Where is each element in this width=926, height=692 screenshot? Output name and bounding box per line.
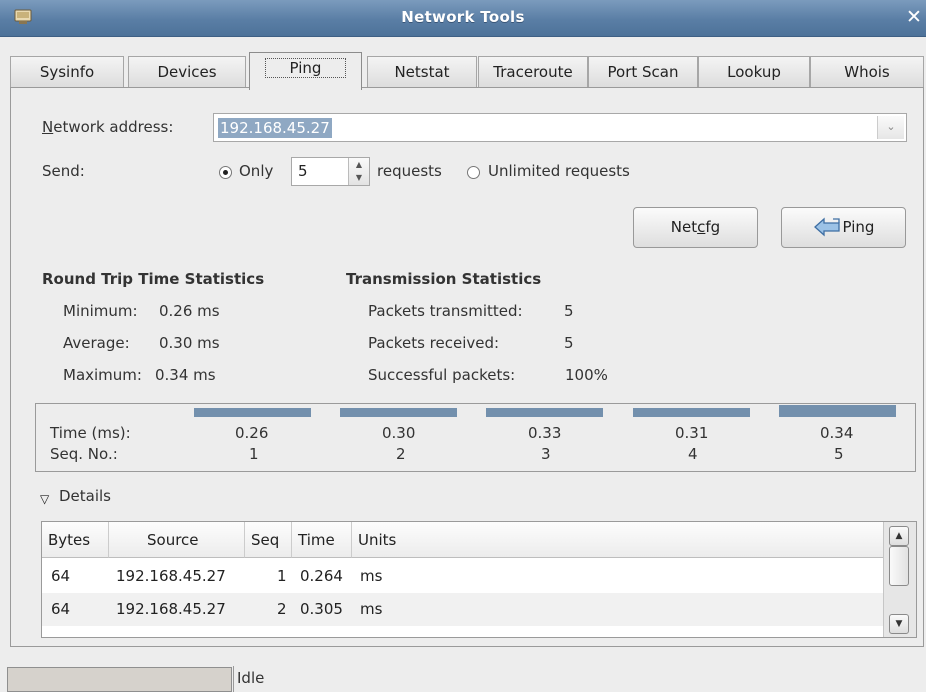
close-icon[interactable]: ✕ [904, 6, 924, 28]
tab-netstat[interactable]: Netstat [367, 56, 477, 88]
graph-time-value: 0.30 [382, 424, 416, 442]
tab-label: Ping [264, 58, 347, 78]
details-expander-label[interactable]: Details [59, 487, 111, 505]
cell-seq: 1 [277, 567, 287, 585]
cell-bytes: 64 [51, 567, 71, 585]
netcfg-button[interactable]: Netcfg [633, 207, 758, 248]
tab-traceroute[interactable]: Traceroute [478, 56, 588, 88]
tab-label: Whois [844, 63, 890, 81]
tab-ping[interactable]: Ping [249, 52, 362, 90]
ping-button[interactable]: Ping [781, 207, 906, 248]
graph-time-value: 0.26 [235, 424, 269, 442]
request-count-value[interactable]: 5 [298, 162, 308, 180]
scroll-thumb[interactable] [889, 546, 909, 586]
window-title: Network Tools [401, 8, 525, 26]
tab-label: Devices [157, 63, 217, 81]
requests-label: requests [377, 162, 442, 180]
chevron-down-icon[interactable]: ⌄ [877, 116, 904, 139]
success-label: Successful packets: [368, 366, 516, 384]
unlimited-radio[interactable] [467, 166, 480, 179]
expander-triangle-icon[interactable]: ▽ [40, 492, 49, 506]
ping-graph: Time (ms): Seq. No.: 0.26 1 0.30 2 0.33 … [35, 403, 916, 472]
stepper-arrows-icon[interactable]: ▲ ▼ [348, 158, 369, 185]
details-table: Bytes Source Seq Time Units 64 192.168.4… [41, 521, 917, 638]
tab-port-scan[interactable]: Port Scan [588, 56, 698, 88]
success-value: 100% [565, 366, 608, 384]
transmitted-label: Packets transmitted: [368, 302, 523, 320]
graph-seq-value: 3 [541, 445, 551, 463]
table-row[interactable]: 64 192.168.45.27 2 0.305 ms [42, 593, 885, 626]
minimum-value: 0.26 ms [159, 302, 220, 320]
graph-seq-value: 1 [249, 445, 259, 463]
tab-label: Netstat [394, 63, 450, 81]
tab-lookup[interactable]: Lookup [698, 56, 810, 88]
column-header-seq[interactable]: Seq [245, 522, 292, 558]
cell-time: 0.264 [300, 567, 343, 585]
cell-source: 192.168.45.27 [116, 600, 226, 618]
network-address-input[interactable]: 192.168.45.27 [218, 118, 332, 138]
graph-bar [340, 408, 457, 417]
tab-label: Traceroute [493, 63, 573, 81]
tab-whois[interactable]: Whois [810, 56, 924, 88]
only-label: Only [239, 162, 274, 180]
minimum-label: Minimum: [63, 302, 138, 320]
column-header-units[interactable]: Units [352, 522, 885, 558]
ping-arrow-icon [813, 217, 840, 237]
column-header-source[interactable]: Source [109, 522, 245, 558]
cell-bytes: 64 [51, 600, 71, 618]
graph-bar [194, 408, 311, 417]
only-radio[interactable] [219, 166, 232, 179]
average-value: 0.30 ms [159, 334, 220, 352]
cell-time: 0.305 [300, 600, 343, 618]
transmitted-value: 5 [564, 302, 574, 320]
network-address-combo[interactable]: 192.168.45.27 ⌄ [213, 113, 907, 142]
graph-bar [486, 408, 603, 417]
table-row[interactable]: 64 192.168.45.27 1 0.264 ms [42, 560, 885, 593]
title-bar[interactable]: Network Tools ✕ [0, 0, 926, 37]
graph-bar [779, 405, 896, 417]
average-label: Average: [63, 334, 130, 352]
scroll-down-icon[interactable]: ▼ [889, 614, 909, 634]
column-header-bytes[interactable]: Bytes [42, 522, 109, 558]
tab-sysinfo[interactable]: Sysinfo [10, 56, 124, 88]
scroll-up-icon[interactable]: ▲ [889, 526, 909, 546]
graph-time-value: 0.34 [820, 424, 854, 442]
graph-time-value: 0.31 [675, 424, 709, 442]
cell-seq: 2 [277, 600, 287, 618]
status-separator [233, 666, 234, 692]
rtt-heading: Round Trip Time Statistics [42, 270, 265, 288]
tab-bar: Sysinfo Devices Ping Netstat Traceroute … [10, 52, 924, 90]
network-address-label: Network address: [42, 118, 174, 136]
ping-button-label: Ping [842, 218, 875, 236]
column-header-time[interactable]: Time [292, 522, 352, 558]
progress-bar [7, 667, 232, 692]
unlimited-label: Unlimited requests [488, 162, 630, 180]
tab-label: Port Scan [607, 63, 679, 81]
tab-label: Sysinfo [39, 63, 95, 81]
cell-source: 192.168.45.27 [116, 567, 226, 585]
seq-no-label: Seq. No.: [50, 445, 118, 463]
graph-seq-value: 4 [688, 445, 698, 463]
tab-devices[interactable]: Devices [128, 56, 246, 88]
time-ms-label: Time (ms): [50, 424, 131, 442]
network-tools-window: Network Tools ✕ Sysinfo Devices Ping Net… [0, 0, 926, 692]
maximum-value: 0.34 ms [155, 366, 216, 384]
graph-time-value: 0.33 [528, 424, 562, 442]
received-label: Packets received: [368, 334, 500, 352]
request-count-stepper[interactable]: 5 ▲ ▼ [291, 157, 370, 186]
graph-seq-value: 5 [834, 445, 844, 463]
cell-units: ms [360, 567, 383, 585]
tab-label: Lookup [727, 63, 781, 81]
vertical-scrollbar[interactable]: ▲ ▼ [883, 522, 916, 637]
maximum-label: Maximum: [63, 366, 142, 384]
cell-units: ms [360, 600, 383, 618]
tx-heading: Transmission Statistics [346, 270, 542, 288]
status-bar: Idle [0, 664, 926, 692]
send-label: Send: [42, 162, 85, 180]
graph-seq-value: 2 [396, 445, 406, 463]
status-text: Idle [237, 669, 265, 687]
received-value: 5 [564, 334, 574, 352]
graph-bar [633, 408, 750, 417]
